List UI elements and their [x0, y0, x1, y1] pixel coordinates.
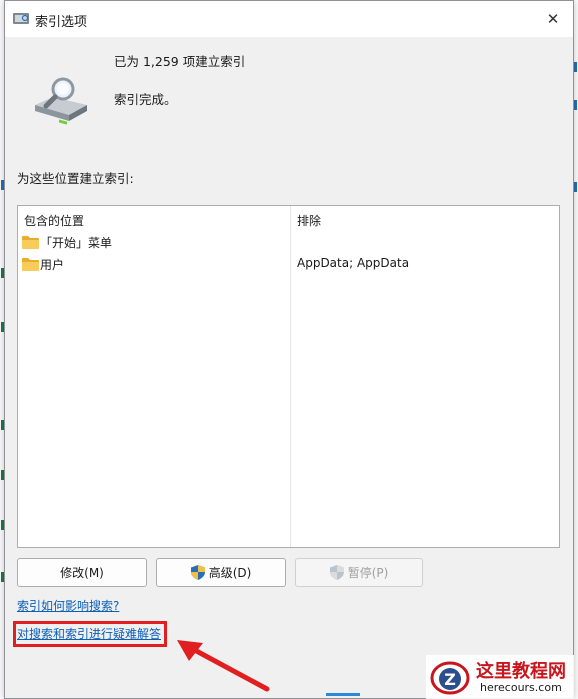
indexing-status-text: 索引完成。 [114, 92, 177, 107]
index-options-icon [13, 13, 29, 24]
watermark-name: 这里教程网 [476, 661, 566, 682]
drive-search-icon [35, 77, 87, 125]
column-header-excluded[interactable]: 排除 [297, 212, 321, 229]
title-bar[interactable]: 索引选项 ✕ [5, 1, 573, 37]
list-item[interactable]: 「开始」菜单 [18, 232, 559, 252]
troubleshoot-search-link[interactable]: 对搜索和索引进行疑难解答 [17, 625, 161, 642]
locations-section-label: 为这些位置建立索引: [17, 171, 134, 186]
location-name: 「开始」菜单 [40, 236, 113, 250]
indexed-count-text: 已为 1,259 项建立索引 [114, 54, 246, 69]
advanced-button-label: 高级(D) [208, 566, 252, 580]
column-header-included[interactable]: 包含的位置 [24, 212, 84, 229]
modify-button[interactable]: 修改(M) [17, 558, 147, 587]
window-title: 索引选项 [35, 15, 88, 30]
list-item[interactable]: 用户 AppData; AppData [18, 254, 559, 274]
folder-icon [22, 236, 39, 249]
watermark-logo: Z [430, 661, 470, 695]
modify-button-label: 修改(M) [60, 566, 104, 580]
shield-icon [329, 565, 344, 580]
shield-icon [190, 565, 205, 580]
folder-icon [22, 258, 39, 271]
how-indexing-affects-search-link[interactable]: 索引如何影响搜索? [17, 597, 119, 614]
close-icon: ✕ [546, 10, 560, 28]
watermark-url: herecours.com [480, 681, 562, 694]
close-button[interactable]: ✕ [533, 1, 573, 37]
pause-button-label: 暂停(P) [347, 566, 389, 580]
location-name: 用户 [40, 258, 65, 272]
index-options-dialog: 索引选项 ✕ 已为 1,259 项建立索引 索引完成。 为这些位置建立索引: 包… [4, 0, 574, 699]
watermark-logo-letter: Z [444, 670, 456, 689]
taskbar-indicator [326, 693, 360, 696]
advanced-button[interactable]: 高级(D) [156, 558, 286, 587]
indexed-locations-list[interactable]: 包含的位置 排除 「开始」菜单 用户 AppData; AppData [17, 205, 560, 548]
watermark: Z 这里教程网 herecours.com [426, 655, 574, 699]
arrow-icon [177, 640, 270, 692]
location-exclusions: AppData; AppData [297, 256, 410, 270]
pause-button: 暂停(P) [295, 558, 423, 587]
